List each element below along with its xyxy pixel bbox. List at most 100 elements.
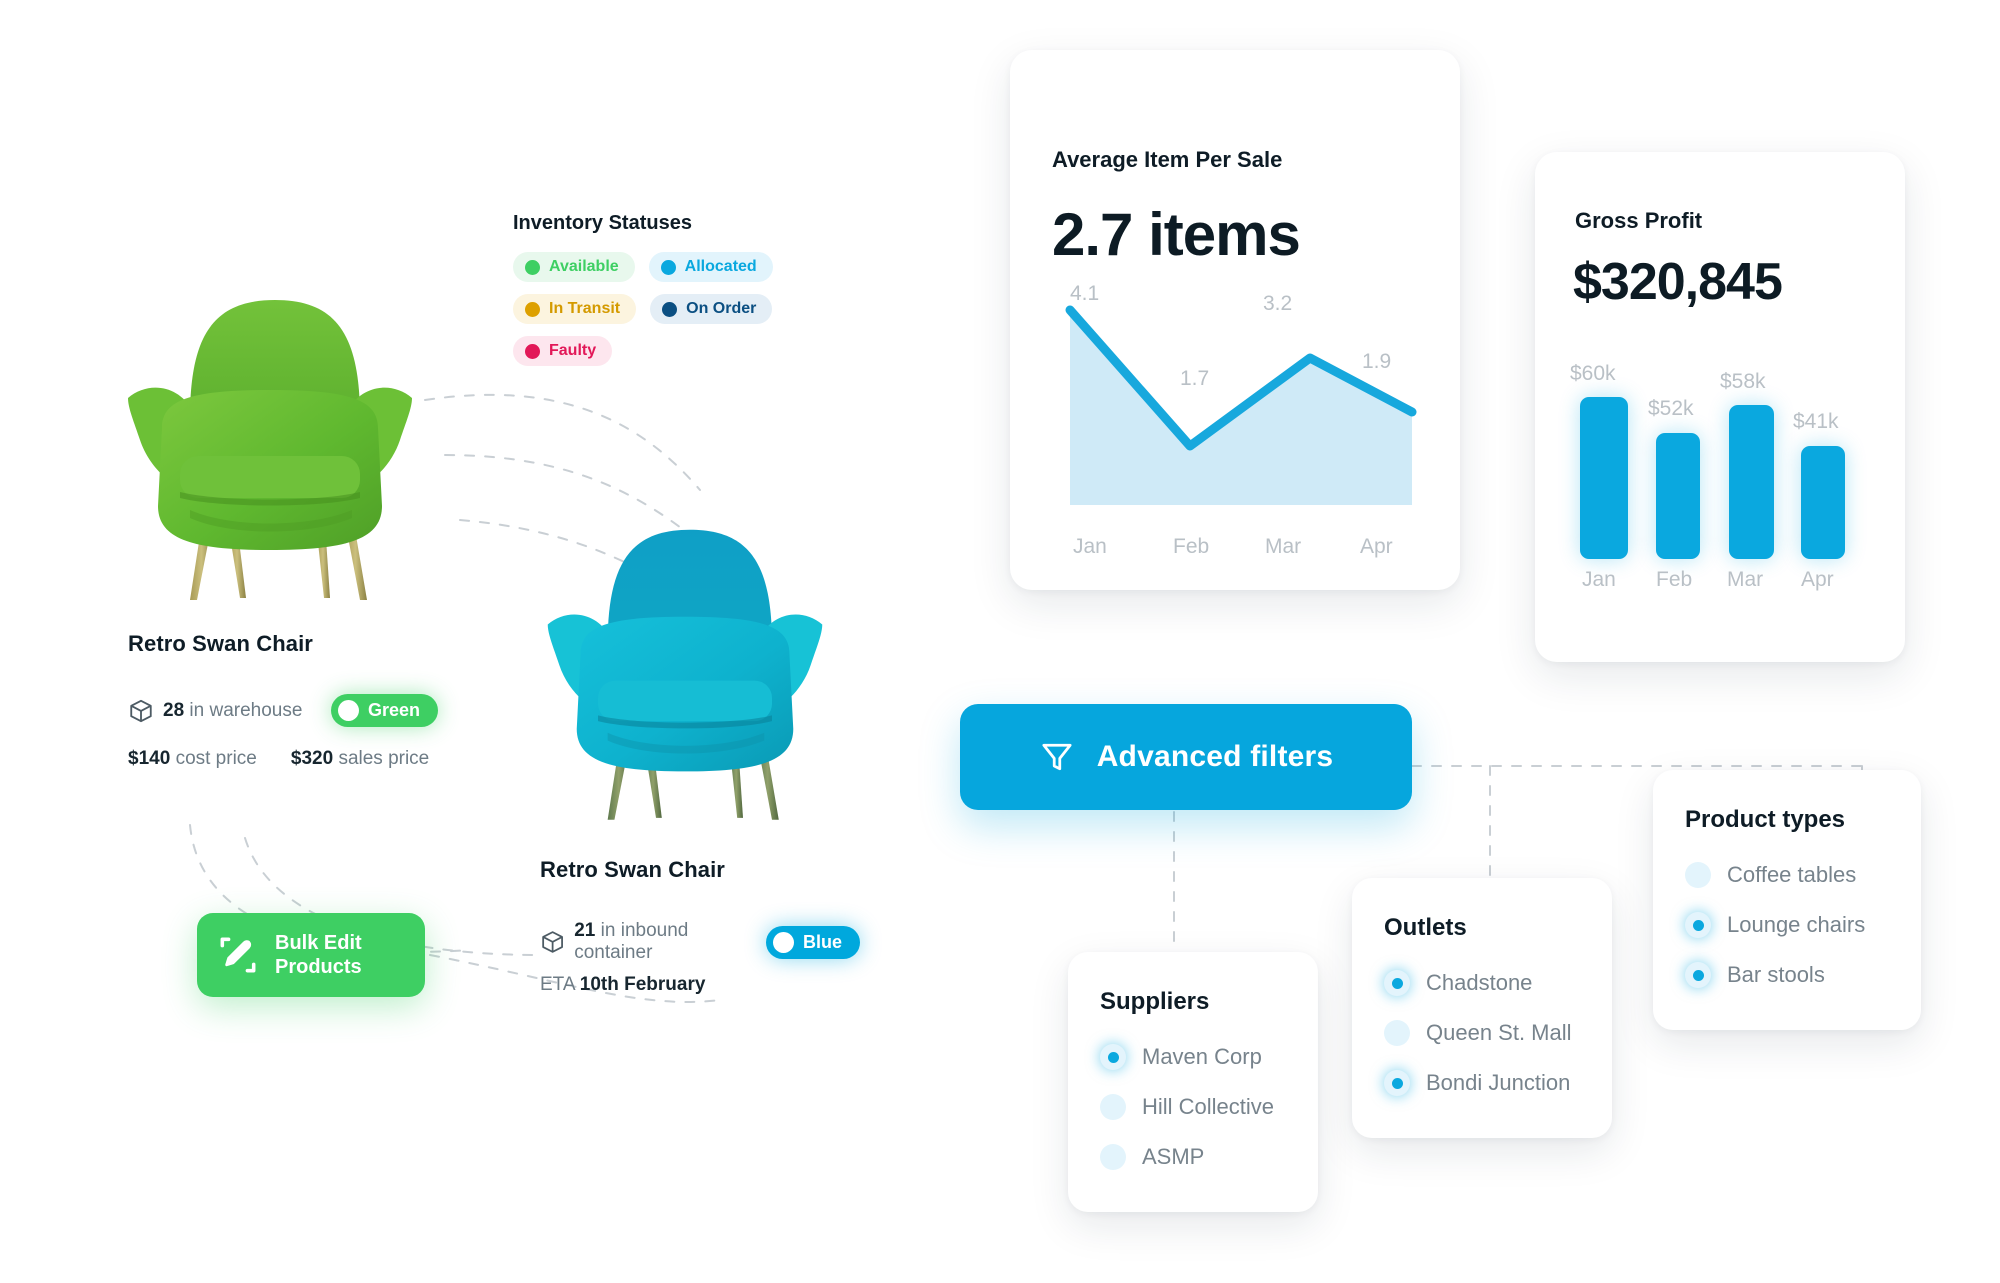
bar-feb	[1656, 433, 1700, 559]
filter-card-product-types: Product types Coffee tables Lounge chairs…	[1653, 770, 1921, 1030]
filter-option-bondi-junction[interactable]: Bondi Junction	[1384, 1070, 1612, 1096]
inventory-status-chip-faulty[interactable]: Faulty	[513, 336, 613, 366]
filter-card-suppliers: Suppliers Maven Corp Hill Collective ASMP	[1068, 952, 1318, 1212]
filter-option-hill-collective[interactable]: Hill Collective	[1100, 1094, 1318, 1120]
product-title-blue: Retro Swan Chair	[540, 857, 725, 882]
inventory-statuses-block: Inventory Statuses Available Allocated In …	[513, 212, 853, 366]
inventory-status-chip-list: Available Allocated In Transit On Order Faul…	[513, 252, 853, 366]
status-dot-icon	[660, 259, 676, 275]
status-dot-icon	[525, 259, 540, 275]
filter-group-title-outlets: Outlets	[1384, 914, 1467, 941]
filter-option-chadstone[interactable]: Chadstone	[1384, 970, 1612, 996]
bar-value-jan: $60k	[1570, 362, 1616, 385]
product-image-green-chair	[128, 300, 412, 600]
filter-option-label: Chadstone	[1426, 970, 1533, 995]
filter-option-list-suppliers: Maven Corp Hill Collective ASMP	[1100, 1044, 1318, 1170]
radio-unchecked-icon[interactable]	[1100, 1144, 1126, 1170]
bar-mar	[1729, 405, 1774, 559]
inventory-status-label: On Order	[686, 300, 757, 317]
inventory-status-chip-available[interactable]: Available	[513, 252, 635, 282]
filter-option-bar-stools[interactable]: Bar stools	[1685, 962, 1921, 988]
filter-option-list-product-types: Coffee tables Lounge chairs Bar stools	[1685, 862, 1921, 988]
filter-option-label: Queen St. Mall	[1426, 1020, 1572, 1045]
bulk-edit-products-button[interactable]: Bulk Edit Products	[197, 913, 425, 997]
filter-option-lounge-chairs[interactable]: Lounge chairs	[1685, 912, 1921, 938]
bulk-edit-line2: Products	[275, 956, 362, 978]
bar-x-tick-feb: Feb	[1656, 568, 1693, 591]
edit-pencil-icon	[220, 937, 256, 973]
point-label-apr: 1.9	[1362, 350, 1392, 373]
status-dot-icon	[662, 301, 678, 317]
radio-unchecked-icon[interactable]	[1384, 1020, 1410, 1046]
radio-checked-icon[interactable]	[1685, 912, 1711, 938]
funnel-icon	[1042, 743, 1072, 771]
stock-label-green: in warehouse	[189, 699, 303, 721]
radio-checked-icon[interactable]	[1384, 970, 1410, 996]
stock-count-blue: 21	[574, 920, 596, 941]
filter-card-outlets: Outlets Chadstone Queen St. Mall Bondi Jun…	[1352, 878, 1612, 1138]
inventory-status-label: Allocated	[684, 258, 757, 275]
filter-option-list-outlets: Chadstone Queen St. Mall Bondi Junction	[1384, 970, 1612, 1096]
average-item-per-sale-title: Average Item Per Sale	[1052, 147, 1283, 172]
radio-checked-icon[interactable]	[1685, 962, 1711, 988]
stock-row-green: 28 in warehouse Green	[128, 694, 438, 727]
bar-x-tick-mar: Mar	[1727, 568, 1764, 591]
filter-option-coffee-tables[interactable]: Coffee tables	[1685, 862, 1921, 888]
variant-toggle-green[interactable]: Green	[330, 694, 438, 727]
infographic-canvas: Retro Swan Chair 28 in warehouse Green $…	[0, 0, 2000, 1283]
filter-option-asmp[interactable]: ASMP	[1100, 1144, 1318, 1170]
x-tick-jan: Jan	[1073, 535, 1107, 558]
variant-label-blue: Blue	[802, 931, 842, 952]
inventory-statuses-title: Inventory Statuses	[513, 212, 692, 234]
variant-toggle-blue[interactable]: Blue	[765, 925, 860, 959]
average-item-area-chart	[1065, 305, 1417, 505]
sales-price-label: sales price	[338, 748, 430, 769]
radio-checked-icon[interactable]	[1384, 1070, 1410, 1096]
filter-group-title-suppliers: Suppliers	[1100, 988, 1210, 1015]
bar-apr	[1801, 446, 1845, 559]
bar-jan	[1580, 397, 1628, 559]
filter-option-queen-st-mall[interactable]: Queen St. Mall	[1384, 1020, 1612, 1046]
price-row-green: $140 cost price $320 sales price	[128, 748, 429, 770]
point-label-jan: 4.1	[1070, 282, 1100, 305]
filter-option-label: Bar stools	[1727, 962, 1825, 987]
x-tick-feb: Feb	[1173, 535, 1210, 558]
inventory-status-label: In Transit	[549, 300, 621, 317]
bar-x-tick-jan: Jan	[1582, 568, 1616, 591]
gross-profit-title: Gross Profit	[1575, 208, 1703, 233]
point-label-feb: 1.7	[1180, 367, 1210, 390]
product-image-blue-chair	[547, 529, 823, 820]
bar-value-mar: $58k	[1720, 370, 1766, 393]
status-dot-icon	[525, 301, 540, 317]
product-title-green: Retro Swan Chair	[128, 631, 313, 656]
sales-price-green: $320	[290, 748, 334, 769]
toggle-knob	[337, 700, 359, 721]
inventory-status-chip-on-order[interactable]: On Order	[650, 294, 773, 324]
package-icon	[130, 699, 152, 722]
bar-value-feb: $52k	[1648, 397, 1694, 420]
radio-checked-icon[interactable]	[1100, 1044, 1126, 1070]
radio-unchecked-icon[interactable]	[1100, 1094, 1126, 1120]
inventory-status-label: Available	[549, 258, 619, 275]
advanced-filters-button[interactable]: Advanced filters	[960, 704, 1412, 810]
average-item-per-sale-card: Average Item Per Sale 2.7 items 4.1 1.7 …	[1010, 50, 1460, 590]
x-tick-mar: Mar	[1265, 535, 1302, 558]
stock-info-blue: 21 in inbound container	[540, 920, 766, 964]
advanced-filters-label: Advanced filters	[1096, 740, 1334, 773]
filter-option-label: ASMP	[1142, 1144, 1205, 1169]
filter-option-maven-corp[interactable]: Maven Corp	[1100, 1044, 1318, 1070]
filter-group-title-product-types: Product types	[1685, 806, 1846, 833]
stock-row-blue: 21 in inbound container Blue	[540, 920, 860, 964]
bar-x-tick-apr: Apr	[1801, 568, 1834, 591]
radio-unchecked-icon[interactable]	[1685, 862, 1711, 888]
gross-profit-card: Gross Profit $320,845 $60k $52k $58k $41…	[1535, 152, 1905, 662]
filter-option-label: Hill Collective	[1142, 1094, 1275, 1119]
average-item-per-sale-value: 2.7 items	[1052, 201, 1301, 268]
eta-value: 10th February	[579, 974, 706, 995]
filter-option-label: Lounge chairs	[1727, 912, 1866, 937]
gross-profit-value: $320,845	[1573, 253, 1783, 311]
inventory-status-chip-allocated[interactable]: Allocated	[648, 252, 773, 282]
filter-option-label: Maven Corp	[1142, 1044, 1262, 1069]
inventory-status-chip-in-transit[interactable]: In Transit	[513, 294, 637, 324]
bulk-edit-label: Bulk Edit Products	[275, 931, 362, 979]
